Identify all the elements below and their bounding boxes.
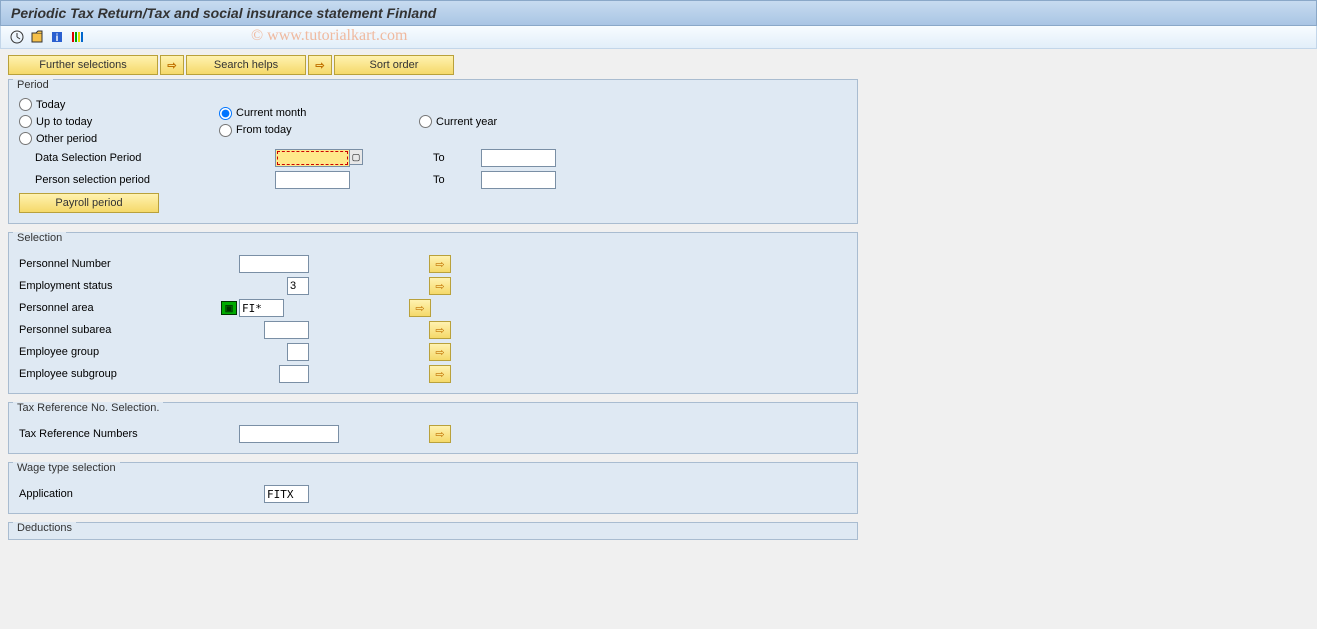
search-helps-label: Search helps — [214, 59, 278, 71]
taxref-group-title: Tax Reference No. Selection. — [13, 402, 163, 414]
data-selection-to-input[interactable] — [481, 149, 556, 167]
search-helps-arrow-button[interactable]: ⇨ — [160, 55, 184, 75]
to-label-2: To — [433, 174, 473, 186]
tax-reference-numbers-input[interactable] — [239, 425, 339, 443]
personnel-area-multi-button[interactable]: ⇨ — [409, 299, 431, 317]
info-icon[interactable]: i — [49, 29, 65, 45]
employee-group-label: Employee group — [19, 346, 239, 358]
to-label-1: To — [433, 152, 473, 164]
f4-help-icon[interactable]: ▢ — [349, 149, 363, 165]
employment-status-input[interactable] — [287, 277, 309, 295]
deductions-group: Deductions — [8, 522, 858, 540]
content-area: Further selections ⇨ Search helps ⇨ Sort… — [0, 49, 1317, 554]
personnel-subarea-multi-button[interactable]: ⇨ — [429, 321, 451, 339]
sort-order-button[interactable]: Sort order — [334, 55, 454, 75]
personnel-number-label: Personnel Number — [19, 258, 239, 270]
radio-other-period[interactable]: Other period — [19, 132, 179, 145]
deductions-group-title: Deductions — [13, 522, 76, 534]
further-selections-label: Further selections — [39, 59, 126, 71]
arrow-right-icon: ⇨ — [315, 59, 324, 72]
personnel-area-label: Personnel area — [19, 302, 221, 314]
org-structure-icon[interactable] — [69, 29, 85, 45]
employment-status-multi-button[interactable]: ⇨ — [429, 277, 451, 295]
app-toolbar: i © www.tutorialkart.com — [0, 26, 1317, 49]
arrow-right-icon: ⇨ — [167, 59, 176, 72]
wagetype-group: Wage type selection Application — [8, 462, 858, 514]
selection-group: Selection Personnel Number ⇨ Employment … — [8, 232, 858, 394]
data-selection-from-input[interactable] — [275, 149, 350, 167]
personnel-subarea-label: Personnel subarea — [19, 324, 239, 336]
employee-subgroup-label: Employee subgroup — [19, 368, 239, 380]
taxref-group: Tax Reference No. Selection. Tax Referen… — [8, 402, 858, 454]
tax-reference-multi-button[interactable]: ⇨ — [429, 425, 451, 443]
person-selection-to-input[interactable] — [481, 171, 556, 189]
page-title: Periodic Tax Return/Tax and social insur… — [11, 5, 436, 21]
wagetype-group-title: Wage type selection — [13, 462, 120, 474]
period-group-title: Period — [13, 79, 53, 91]
search-helps-button[interactable]: Search helps — [186, 55, 306, 75]
further-selections-button[interactable]: Further selections — [8, 55, 158, 75]
person-selection-period-label: Person selection period — [19, 174, 219, 186]
employee-subgroup-multi-button[interactable]: ⇨ — [429, 365, 451, 383]
personnel-number-input[interactable] — [239, 255, 309, 273]
tax-reference-numbers-label: Tax Reference Numbers — [19, 428, 239, 440]
sort-order-label: Sort order — [370, 59, 419, 71]
selection-buttons-row: Further selections ⇨ Search helps ⇨ Sort… — [8, 55, 1309, 75]
radio-today[interactable]: Today — [19, 98, 179, 111]
watermark-text: © www.tutorialkart.com — [251, 27, 407, 45]
application-input[interactable] — [264, 485, 309, 503]
data-selection-period-label: Data Selection Period — [19, 152, 219, 164]
radio-current-year[interactable]: Current year — [419, 115, 579, 128]
employee-group-multi-button[interactable]: ⇨ — [429, 343, 451, 361]
radio-current-month[interactable]: Current month — [219, 107, 379, 120]
period-group: Period Today Up to today Other period Cu… — [8, 79, 858, 224]
payroll-period-button[interactable]: Payroll period — [19, 193, 159, 213]
personnel-subarea-input[interactable] — [264, 321, 309, 339]
personnel-number-multi-button[interactable]: ⇨ — [429, 255, 451, 273]
get-variant-icon[interactable] — [29, 29, 45, 45]
selection-indicator-icon[interactable]: ▣ — [221, 301, 237, 315]
payroll-period-label: Payroll period — [55, 197, 122, 209]
person-selection-from-input[interactable] — [275, 171, 350, 189]
radio-from-today[interactable]: From today — [219, 124, 379, 137]
employee-subgroup-input[interactable] — [279, 365, 309, 383]
execute-icon[interactable] — [9, 29, 25, 45]
personnel-area-input[interactable] — [239, 299, 284, 317]
application-label: Application — [19, 488, 239, 500]
employment-status-label: Employment status — [19, 280, 239, 292]
svg-text:i: i — [56, 33, 59, 44]
radio-up-to-today[interactable]: Up to today — [19, 115, 179, 128]
title-bar: Periodic Tax Return/Tax and social insur… — [0, 0, 1317, 26]
sort-order-arrow-button[interactable]: ⇨ — [308, 55, 332, 75]
employee-group-input[interactable] — [287, 343, 309, 361]
selection-group-title: Selection — [13, 232, 66, 244]
